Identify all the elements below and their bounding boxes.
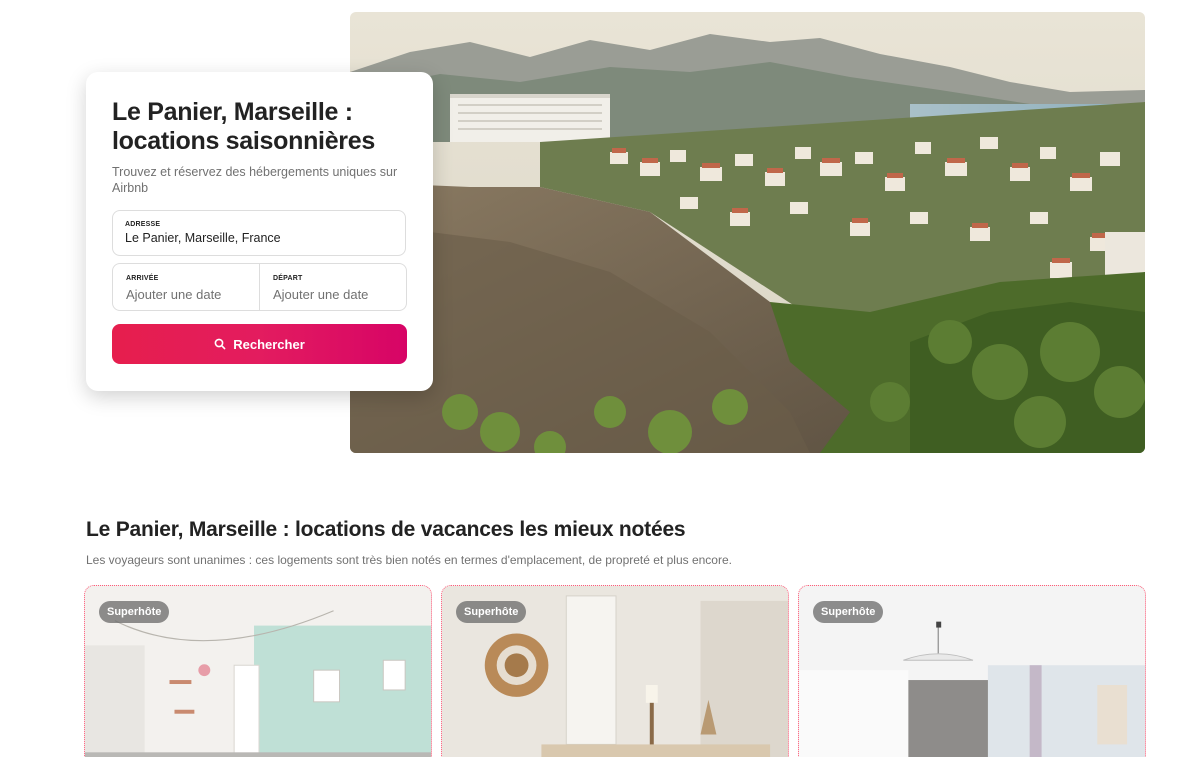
page-subtitle: Trouvez et réservez des hébergements uni… xyxy=(112,165,398,195)
listing-card[interactable]: Superhôte xyxy=(84,585,432,757)
hero-photo xyxy=(350,12,1145,453)
hero-landscape-illustration xyxy=(350,12,1145,453)
address-field[interactable]: ADRESSE Le Panier, Marseille, France xyxy=(112,210,406,256)
checkout-field[interactable]: DÉPART Ajouter une date xyxy=(259,264,406,310)
address-label: ADRESSE xyxy=(125,221,161,228)
checkout-label: DÉPART xyxy=(273,275,303,282)
checkin-field[interactable]: ARRIVÉE Ajouter une date xyxy=(113,264,259,310)
address-value[interactable]: Le Panier, Marseille, France xyxy=(125,231,393,245)
search-button[interactable]: Rechercher xyxy=(112,324,407,364)
section-title: Le Panier, Marseille : locations de vaca… xyxy=(86,518,686,541)
listing-cards: Superhôte Superhôte Superhôte xyxy=(84,585,1148,757)
superhost-badge: Superhôte xyxy=(99,601,170,623)
search-card: Le Panier, Marseille : locations saisonn… xyxy=(86,72,433,391)
checkout-placeholder[interactable]: Ajouter une date xyxy=(273,287,393,302)
dates-field: ARRIVÉE Ajouter une date DÉPART Ajouter … xyxy=(112,263,407,311)
checkin-placeholder[interactable]: Ajouter une date xyxy=(126,287,246,302)
listing-card[interactable]: Superhôte xyxy=(441,585,789,757)
search-button-label: Rechercher xyxy=(233,336,305,352)
listing-card[interactable]: Superhôte xyxy=(798,585,1146,757)
superhost-badge: Superhôte xyxy=(813,601,884,623)
page-title: Le Panier, Marseille : locations saisonn… xyxy=(112,98,375,155)
checkin-label: ARRIVÉE xyxy=(126,275,159,282)
search-icon xyxy=(214,338,226,350)
superhost-badge: Superhôte xyxy=(456,601,527,623)
section-subtitle: Les voyageurs sont unanimes : ces logeme… xyxy=(86,553,732,567)
